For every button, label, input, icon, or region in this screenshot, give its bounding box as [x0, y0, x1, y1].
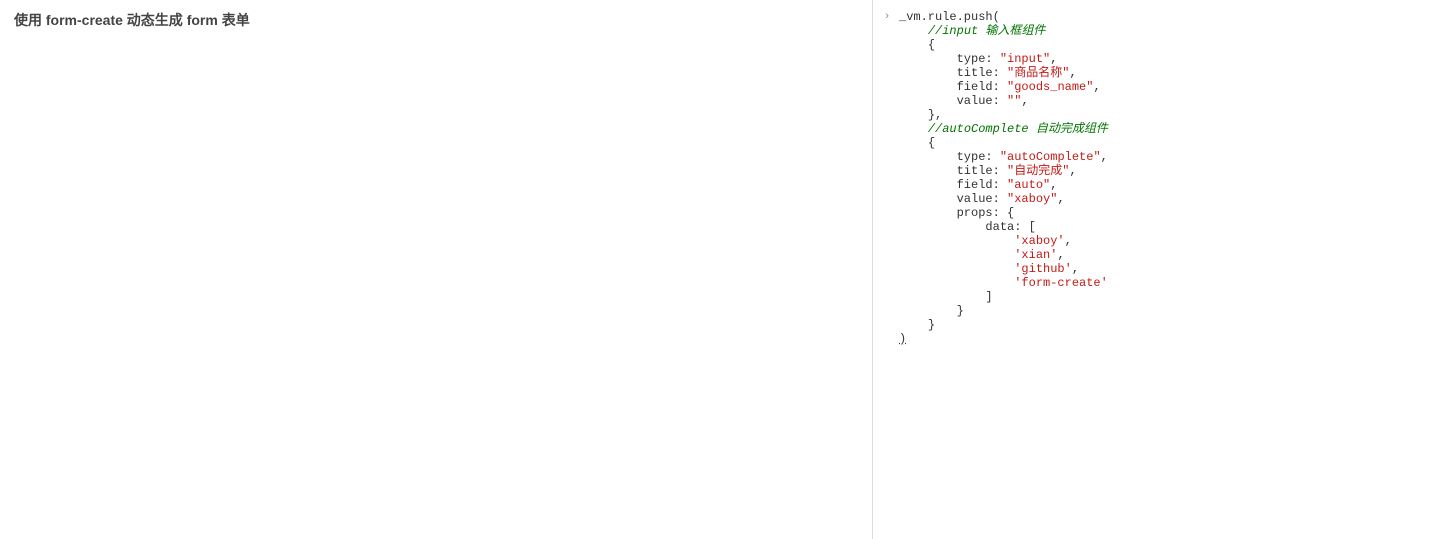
code-string: "autoComplete" [1000, 150, 1101, 164]
code-text: , [1093, 80, 1100, 94]
code-key: value: [957, 94, 1007, 108]
code-key: type: [957, 52, 1000, 66]
code-string: "商品名称" [1007, 66, 1069, 80]
code-key: value: [957, 192, 1007, 206]
code-text: , [1065, 234, 1072, 248]
code-closing-paren: ) [899, 332, 906, 346]
code-text: { [928, 136, 935, 150]
page-title: 使用 form-create 动态生成 form 表单 [14, 10, 858, 30]
code-text: , [1072, 262, 1079, 276]
code-text: { [928, 38, 935, 52]
code-string: "" [1007, 94, 1021, 108]
code-string: 'github' [1014, 262, 1072, 276]
console-code[interactable]: _vm.rule.push( //input 输入框组件 { type: "in… [899, 10, 1438, 346]
code-text: , [1069, 164, 1076, 178]
code-text: , [1057, 248, 1064, 262]
code-text: , [1050, 178, 1057, 192]
code-key: type: [957, 150, 1000, 164]
code-text: , [1069, 66, 1076, 80]
code-text: , [1057, 192, 1064, 206]
code-string: "goods_name" [1007, 80, 1093, 94]
code-text: _vm.rule.push( [899, 10, 1000, 24]
code-key: props: { [957, 206, 1015, 220]
code-key: data: [ [985, 220, 1035, 234]
code-key: field: [957, 178, 1007, 192]
code-string: 'form-create' [1014, 276, 1108, 290]
code-text: , [1021, 94, 1028, 108]
left-panel: 使用 form-create 动态生成 form 表单 [0, 0, 872, 539]
code-string: 'xaboy' [1014, 234, 1064, 248]
console-panel[interactable]: › _vm.rule.push( //input 输入框组件 { type: "… [872, 0, 1452, 539]
code-key: field: [957, 80, 1007, 94]
code-comment: //input 输入框组件 [928, 24, 1046, 38]
code-string: "xaboy" [1007, 192, 1057, 206]
code-key: title: [957, 66, 1007, 80]
code-string: "input" [1000, 52, 1050, 66]
code-text: } [957, 304, 964, 318]
code-text: , [1050, 52, 1057, 66]
code-text: , [1101, 150, 1108, 164]
code-string: "自动完成" [1007, 164, 1069, 178]
code-string: "auto" [1007, 178, 1050, 192]
console-input-marker: › [881, 10, 893, 24]
code-string: 'xian' [1014, 248, 1057, 262]
code-comment: //autoComplete 自动完成组件 [928, 122, 1108, 136]
code-text: }, [928, 108, 942, 122]
code-text: ] [985, 290, 992, 304]
code-text: } [928, 318, 935, 332]
code-key: title: [957, 164, 1007, 178]
